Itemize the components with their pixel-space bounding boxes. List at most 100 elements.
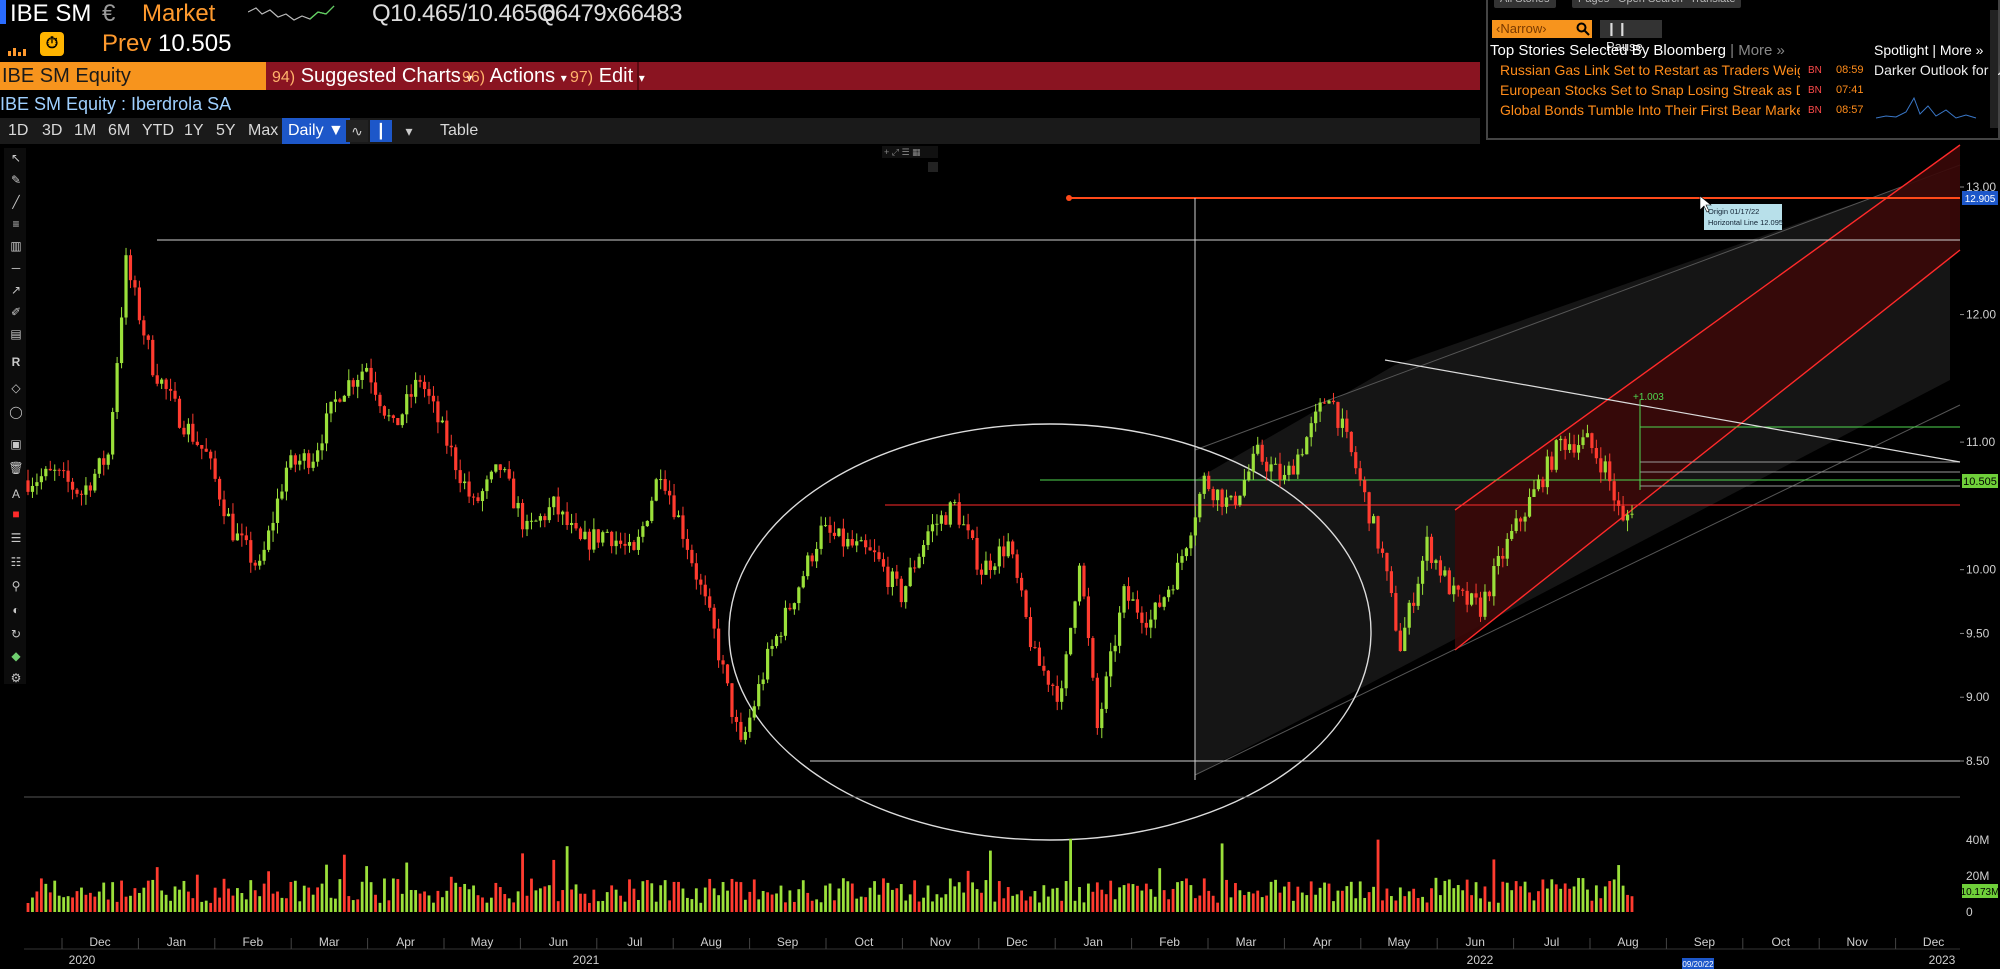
- candle-body: [1510, 531, 1514, 539]
- volume-bar: [699, 902, 703, 912]
- volume-bar: [748, 891, 752, 912]
- price-chart[interactable]: 13.0012.0011.0010.009.509.008.50 40M20M0…: [0, 0, 2000, 969]
- volume-bar: [944, 894, 948, 912]
- candle-body: [823, 525, 828, 527]
- volume-bar: [463, 883, 467, 912]
- zoom-controls-icon[interactable]: + ⤢ ☰ ▦: [884, 147, 921, 157]
- time-axis: Dec Jan Feb Mar Apr May Jun Jul Aug Sep Oct Nov Dec J…: [61, 935, 1956, 967]
- volume-bar: [650, 883, 654, 912]
- month-label: Oct: [1771, 935, 1790, 949]
- candle-body: [97, 458, 101, 474]
- candle-body: [75, 489, 79, 494]
- candle-body: [712, 607, 716, 629]
- volume-series: [26, 838, 1634, 912]
- volume-bar: [115, 901, 119, 912]
- volume-bar: [137, 892, 141, 912]
- volume-bar: [926, 885, 930, 912]
- candle-body: [1630, 513, 1634, 515]
- price-tick-label: 11.00: [1966, 435, 1995, 449]
- volume-bar: [712, 888, 716, 912]
- volume-bar: [694, 888, 698, 912]
- last-volume-value: 10.173M: [1961, 887, 2000, 898]
- candle-body: [164, 379, 168, 389]
- volume-bar: [209, 902, 213, 912]
- volume-bar: [298, 901, 302, 912]
- volume-bar: [1474, 882, 1478, 912]
- candle-body: [1006, 541, 1010, 557]
- candle-body: [1594, 447, 1598, 459]
- candle-body: [1131, 599, 1135, 601]
- volume-bar: [169, 900, 172, 912]
- volume-bar: [35, 891, 39, 912]
- volume-bar: [864, 897, 868, 912]
- volume-bar: [538, 888, 542, 912]
- volume-bar: [1318, 887, 1322, 912]
- candle-body: [298, 460, 302, 465]
- volume-bar: [1002, 898, 1006, 912]
- candle-body: [1256, 444, 1260, 454]
- candle-body: [1077, 565, 1082, 602]
- volume-bar: [129, 895, 132, 912]
- candle-body: [1180, 556, 1184, 563]
- volume-bar: [1425, 902, 1429, 912]
- candle-body: [422, 381, 427, 390]
- volume-bar: [1104, 894, 1108, 912]
- volume-bar: [1398, 887, 1402, 912]
- candle-body: [583, 531, 587, 540]
- candle-body: [1465, 590, 1469, 605]
- candle-body: [471, 496, 476, 498]
- candle-body: [1291, 465, 1295, 475]
- volume-bar: [1416, 898, 1420, 912]
- candle-body: [213, 458, 217, 479]
- candle-body: [1523, 516, 1527, 522]
- candle-body: [30, 485, 35, 492]
- candle-body: [1514, 518, 1518, 532]
- volume-bar: [873, 881, 876, 912]
- candle-body: [62, 470, 66, 472]
- candle-body: [1305, 437, 1309, 455]
- candle-body: [618, 540, 623, 544]
- candle-body: [663, 479, 667, 491]
- volume-bar: [427, 895, 431, 912]
- volume-bar: [948, 878, 952, 912]
- volume-bar: [1006, 887, 1010, 912]
- candle-body: [311, 461, 315, 468]
- candle-body: [440, 420, 444, 423]
- volume-bar: [534, 890, 538, 912]
- volume-bar: [316, 887, 320, 912]
- candle-body: [1211, 489, 1215, 501]
- volume-bar: [1465, 879, 1469, 912]
- volume-bar: [1069, 838, 1072, 912]
- candle-body: [654, 479, 658, 501]
- candle-body: [226, 513, 231, 517]
- volume-bar: [66, 896, 70, 912]
- candle-body: [1309, 423, 1313, 438]
- volume-bar: [962, 892, 966, 912]
- volume-bar: [409, 889, 413, 912]
- candle-body: [173, 390, 177, 399]
- candle-body: [877, 552, 881, 560]
- candle-body: [797, 587, 801, 604]
- candle-body: [592, 529, 596, 550]
- candle-body: [414, 379, 418, 397]
- candle-body: [1434, 560, 1438, 563]
- volume-bar: [97, 891, 101, 912]
- volume-bar: [784, 902, 787, 912]
- candle-body: [578, 528, 583, 540]
- candle-body: [356, 379, 360, 387]
- volume-bar: [111, 882, 115, 912]
- candle-body: [396, 418, 400, 426]
- volume-bar: [1274, 879, 1277, 912]
- candle-body: [324, 413, 329, 444]
- settings-small-icon[interactable]: [928, 162, 938, 172]
- candle-body: [1282, 474, 1287, 480]
- volume-bar: [1501, 881, 1505, 912]
- candle-body: [405, 394, 409, 415]
- volume-bar: [39, 878, 43, 912]
- candle-body: [280, 491, 284, 499]
- candle-body: [565, 511, 569, 526]
- volume-bar: [351, 900, 355, 912]
- volume-bar: [663, 880, 667, 912]
- candle-body: [881, 559, 886, 567]
- volume-bar: [886, 882, 890, 912]
